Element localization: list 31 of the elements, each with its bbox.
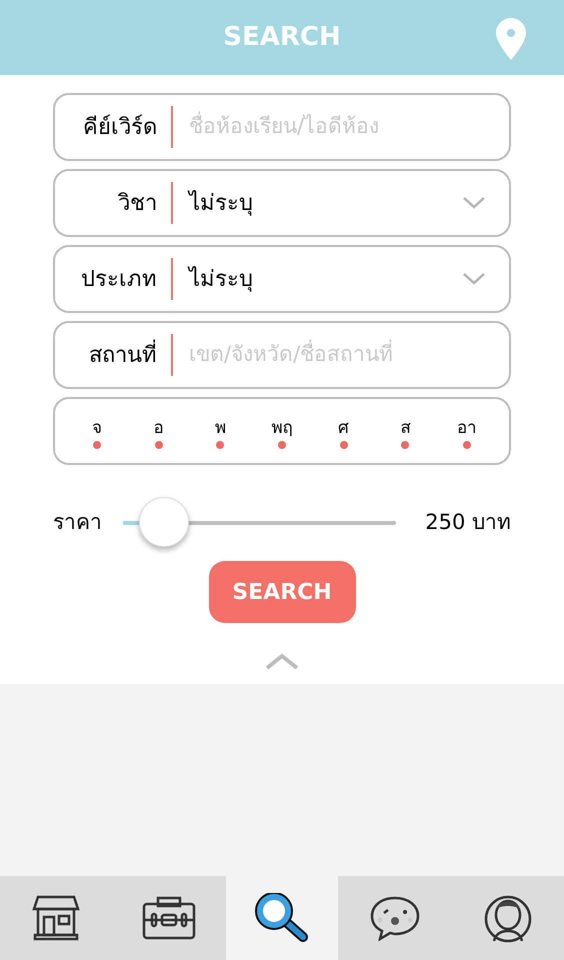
price-label: ราคา — [53, 509, 103, 536]
field-label: คีย์เวิร์ด — [82, 114, 158, 142]
day-option[interactable]: พฤ — [262, 413, 302, 449]
nav-tab[interactable] — [338, 876, 452, 960]
dropdown-field[interactable]: วิชา ไม่ระบุ — [53, 169, 511, 237]
nav-tab[interactable] — [0, 876, 113, 960]
header-title: SEARCH — [223, 21, 341, 54]
shop-icon — [32, 895, 80, 941]
avatar-icon — [484, 893, 532, 943]
field-label: ประเภท — [80, 266, 158, 294]
field-label: สถานที่ — [55, 338, 171, 372]
nav-tab[interactable] — [451, 876, 564, 960]
chevron-down-icon — [463, 197, 485, 209]
day-option[interactable]: อ — [138, 413, 179, 449]
price-slider[interactable] — [123, 496, 396, 550]
chat-icon — [368, 895, 421, 941]
slider-thumb[interactable] — [138, 497, 189, 547]
day-option[interactable]: จ — [77, 413, 117, 449]
day-option[interactable]: ส — [385, 413, 426, 449]
day-option[interactable]: พ — [200, 413, 240, 449]
search-icon — [254, 893, 309, 943]
day-option[interactable]: อา — [446, 413, 487, 449]
day-option[interactable]: ศ — [324, 413, 364, 449]
dropdown-field[interactable]: ประเภท ไม่ระบุ — [53, 245, 511, 313]
chevron-down-icon — [463, 273, 485, 285]
price-value: 250 บาท — [424, 509, 511, 536]
nav-tab[interactable] — [112, 876, 226, 960]
field-value: ไม่ระบุ — [189, 265, 254, 294]
field-label: วิชา — [117, 190, 158, 218]
field-value: ไม่ระบุ — [189, 189, 254, 218]
briefcase-icon — [142, 896, 196, 940]
